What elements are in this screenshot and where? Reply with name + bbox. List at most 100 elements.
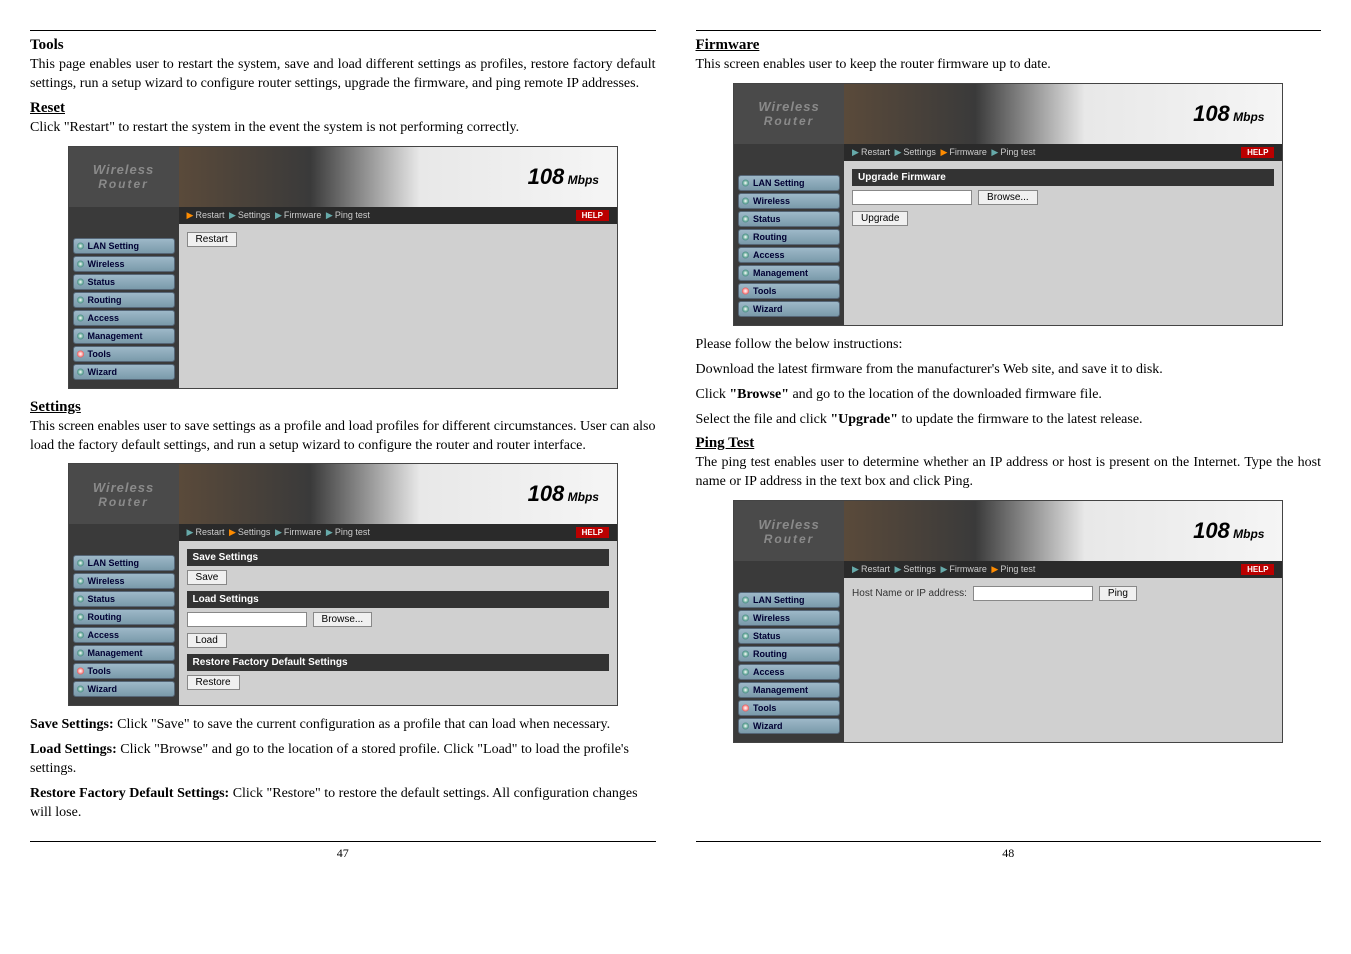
nav-routing[interactable]: Routing xyxy=(738,646,840,662)
nav-lan[interactable]: LAN Setting xyxy=(738,592,840,608)
restore-header: Restore Factory Default Settings xyxy=(187,654,609,671)
router-nav: LAN Setting Wireless Status Routing Acce… xyxy=(69,224,179,388)
crumb-firmware[interactable]: Firmware xyxy=(949,564,987,574)
router-banner: 108 Mbps xyxy=(179,464,617,524)
help-button[interactable]: HELP xyxy=(1241,147,1274,158)
crumb-ping[interactable]: Ping test xyxy=(335,527,370,537)
arrow-icon: ▶ xyxy=(991,147,998,157)
upgrade-button[interactable]: Upgrade xyxy=(852,211,908,226)
nav-wizard[interactable]: Wizard xyxy=(738,718,840,734)
router-logo: Wireless Router xyxy=(734,84,844,144)
help-button[interactable]: HELP xyxy=(576,210,609,221)
nav-status[interactable]: Status xyxy=(73,274,175,290)
nav-tools[interactable]: Tools xyxy=(73,663,175,679)
crumb-ping[interactable]: Ping test xyxy=(335,210,370,220)
router-banner: 108 Mbps xyxy=(179,147,617,207)
nav-access[interactable]: Access xyxy=(738,664,840,680)
firmware-text: This screen enables user to keep the rou… xyxy=(696,56,1322,75)
nav-lan[interactable]: LAN Setting xyxy=(738,175,840,191)
router-nav: LAN Setting Wireless Status Routing Acce… xyxy=(734,161,844,325)
save-button[interactable]: Save xyxy=(187,570,228,585)
router-logo: Wireless Router xyxy=(69,147,179,207)
arrow-icon: ▶ xyxy=(275,210,282,220)
crumb-settings[interactable]: Settings xyxy=(903,564,936,574)
nav-wireless[interactable]: Wireless xyxy=(73,256,175,272)
nav-wizard[interactable]: Wizard xyxy=(73,364,175,380)
arrow-icon: ▶ xyxy=(894,564,901,574)
reset-text: Click "Restart" to restart the system in… xyxy=(30,119,656,138)
instruction-1: Download the latest firmware from the ma… xyxy=(696,361,1322,380)
crumb-settings[interactable]: Settings xyxy=(238,210,271,220)
load-button[interactable]: Load xyxy=(187,633,227,648)
nav-tools[interactable]: Tools xyxy=(738,700,840,716)
router-banner: 108 Mbps xyxy=(844,84,1282,144)
nav-status[interactable]: Status xyxy=(738,628,840,644)
arrow-icon: ▶ xyxy=(187,210,194,220)
nav-tools[interactable]: Tools xyxy=(738,283,840,299)
crumb-restart[interactable]: Restart xyxy=(861,564,890,574)
router-nav: LAN Setting Wireless Status Routing Acce… xyxy=(69,541,179,705)
crumb-ping[interactable]: Ping test xyxy=(1000,147,1035,157)
nav-wireless[interactable]: Wireless xyxy=(73,573,175,589)
browse-button[interactable]: Browse... xyxy=(313,612,373,627)
save-settings-header: Save Settings xyxy=(187,549,609,566)
nav-wizard[interactable]: Wizard xyxy=(73,681,175,697)
nav-wireless[interactable]: Wireless xyxy=(738,610,840,626)
router-breadcrumb: ▶Restart ▶Settings ▶Firmware ▶Ping test … xyxy=(844,561,1282,578)
upgrade-header: Upgrade Firmware xyxy=(852,169,1274,186)
browse-button[interactable]: Browse... xyxy=(978,190,1038,205)
nav-routing[interactable]: Routing xyxy=(738,229,840,245)
nav-lan[interactable]: LAN Setting xyxy=(73,555,175,571)
help-button[interactable]: HELP xyxy=(1241,564,1274,575)
crumb-restart[interactable]: Restart xyxy=(195,527,224,537)
instruction-3: Select the file and click "Upgrade" to u… xyxy=(696,411,1322,430)
arrow-icon: ▶ xyxy=(326,527,333,537)
nav-management[interactable]: Management xyxy=(738,265,840,281)
router-banner: 108 Mbps xyxy=(844,501,1282,561)
firmware-file-input[interactable] xyxy=(852,190,972,205)
crumb-settings[interactable]: Settings xyxy=(903,147,936,157)
ping-text: The ping test enables user to determine … xyxy=(696,454,1322,492)
crumb-firmware[interactable]: Firmware xyxy=(284,210,322,220)
load-settings-header: Load Settings xyxy=(187,591,609,608)
restore-settings-desc: Restore Factory Default Settings: Click … xyxy=(30,785,656,823)
nav-status[interactable]: Status xyxy=(738,211,840,227)
router-firmware-panel: Wireless Router 108 Mbps ▶ Restart ▶ Setti… xyxy=(733,83,1283,326)
load-file-input[interactable] xyxy=(187,612,307,627)
nav-routing[interactable]: Routing xyxy=(73,609,175,625)
nav-routing[interactable]: Routing xyxy=(73,292,175,308)
nav-tools[interactable]: Tools xyxy=(73,346,175,362)
help-button[interactable]: HELP xyxy=(576,527,609,538)
load-settings-desc: Load Settings: Click "Browse" and go to … xyxy=(30,741,656,779)
nav-wireless[interactable]: Wireless xyxy=(738,193,840,209)
nav-access[interactable]: Access xyxy=(738,247,840,263)
ping-host-input[interactable] xyxy=(973,586,1093,601)
nav-access[interactable]: Access xyxy=(73,310,175,326)
arrow-icon: ▶ xyxy=(940,147,947,157)
crumb-restart[interactable]: Restart xyxy=(195,210,224,220)
instructions-intro: Please follow the below instructions: xyxy=(696,336,1322,355)
nav-management[interactable]: Management xyxy=(738,682,840,698)
nav-wizard[interactable]: Wizard xyxy=(738,301,840,317)
right-column: Firmware This screen enables user to kee… xyxy=(696,30,1322,861)
ping-button[interactable]: Ping xyxy=(1099,586,1137,601)
nav-management[interactable]: Management xyxy=(73,645,175,661)
nav-lan[interactable]: LAN Setting xyxy=(73,238,175,254)
crumb-firmware[interactable]: Firmware xyxy=(949,147,987,157)
router-breadcrumb: ▶Restart ▶Settings ▶Firmware ▶Ping test … xyxy=(179,207,617,224)
nav-status[interactable]: Status xyxy=(73,591,175,607)
tools-heading: Tools xyxy=(30,37,656,54)
restore-button[interactable]: Restore xyxy=(187,675,240,690)
crumb-settings[interactable]: Settings xyxy=(238,527,271,537)
crumb-ping[interactable]: Ping test xyxy=(1000,564,1035,574)
arrow-icon: ▶ xyxy=(991,564,998,574)
restart-button[interactable]: Restart xyxy=(187,232,237,247)
router-settings-panel: Wireless Router 108 Mbps ▶Restart ▶Setti… xyxy=(68,463,618,706)
arrow-icon: ▶ xyxy=(229,210,236,220)
crumb-restart[interactable]: Restart xyxy=(861,147,890,157)
router-logo: Wireless Router xyxy=(734,501,844,561)
crumb-firmware[interactable]: Firmware xyxy=(284,527,322,537)
nav-management[interactable]: Management xyxy=(73,328,175,344)
left-column: Tools This page enables user to restart … xyxy=(30,30,656,861)
nav-access[interactable]: Access xyxy=(73,627,175,643)
